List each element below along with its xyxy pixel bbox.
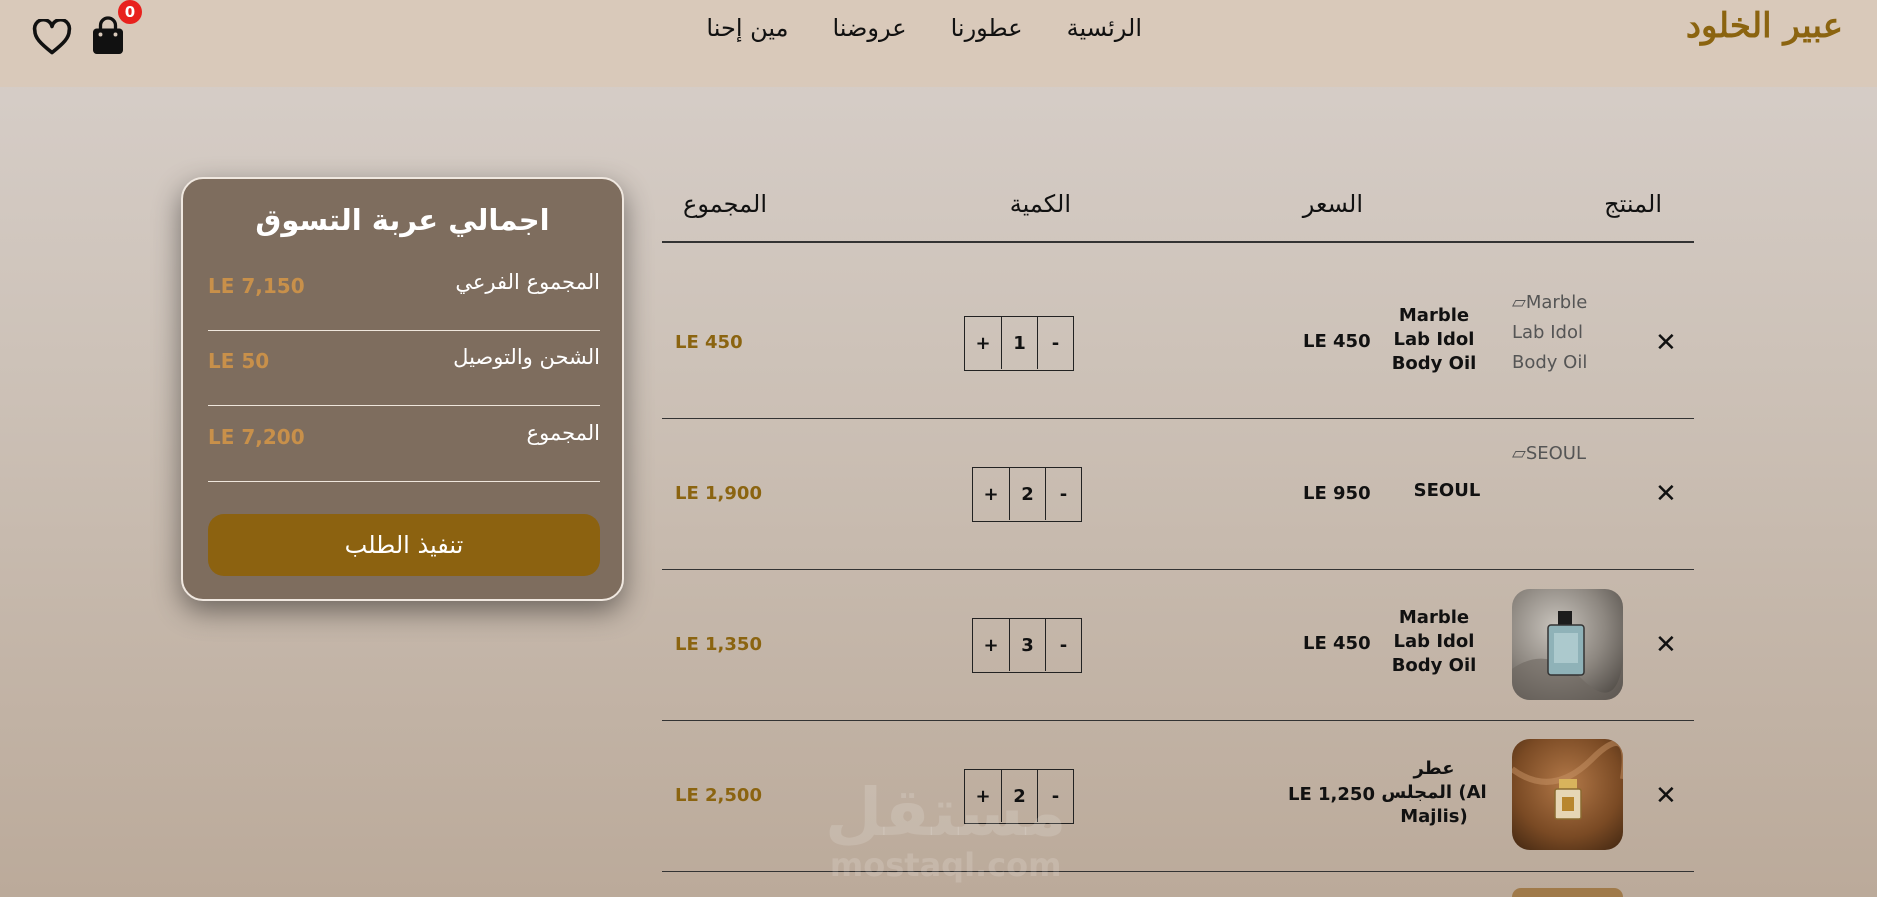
table-row: ✕ ▱SEOUL SEOUL LE 950 + 2 - LE 1,900	[662, 419, 1694, 570]
grand-total-value: LE 7,200	[208, 425, 305, 449]
image-alt-text: SEOUL	[1525, 443, 1587, 464]
qty-value[interactable]: 1	[1001, 317, 1037, 369]
product-image-broken: ▱Marble Lab Idol Body Oil	[1512, 288, 1602, 378]
product-image[interactable]	[1512, 589, 1623, 700]
broken-image-icon: ▱	[1512, 443, 1526, 464]
broken-image-icon: ▱	[1512, 292, 1526, 313]
product-name: Marble Lab Idol Body Oil	[1391, 305, 1477, 374]
header-total: المجموع	[683, 190, 767, 218]
product-image-broken: ▱SEOUL	[1512, 439, 1622, 469]
table-row: ✕ Marble Lab Idol Body Oil LE 450 + 3 - …	[662, 570, 1694, 721]
nav-perfumes[interactable]: عطورنا	[951, 14, 1023, 42]
row-total: LE 2,500	[675, 785, 762, 806]
header-product: المنتج	[1604, 190, 1662, 218]
qty-value[interactable]: 2	[1009, 468, 1045, 520]
site-header: عبير الخلود الرئسية عطورنا عروضنا مين إح…	[0, 0, 1877, 87]
quantity-stepper: + 2 -	[972, 467, 1082, 522]
remove-item-button[interactable]: ✕	[1655, 330, 1677, 356]
perfume-bottle-photo	[1512, 739, 1623, 850]
product-name: Marble Lab Idol Body Oil	[1391, 607, 1477, 676]
grand-total-label: المجموع	[526, 421, 600, 445]
product-price: LE 450	[1303, 331, 1371, 352]
watermark-url: mostaql.com	[829, 846, 1062, 884]
qty-increase-button[interactable]: +	[965, 317, 1001, 369]
product-image[interactable]	[1512, 739, 1623, 850]
qty-value[interactable]: 3	[1009, 619, 1045, 671]
product-price: LE 1,250	[1288, 784, 1375, 805]
qty-decrease-button[interactable]: -	[1045, 468, 1081, 520]
qty-increase-button[interactable]: +	[973, 619, 1009, 671]
brand-logo[interactable]: عبير الخلود	[1686, 6, 1843, 46]
cart-summary-card: اجمالي عربة التسوق المجموع الفرعي LE 7,1…	[181, 177, 624, 601]
row-total: LE 1,900	[675, 483, 762, 504]
product-price: LE 950	[1303, 483, 1371, 504]
row-total: LE 450	[675, 332, 743, 353]
subtotal-label: المجموع الفرعي	[455, 270, 600, 294]
shopping-bag-icon[interactable]	[90, 16, 126, 56]
nav-offers[interactable]: عروضنا	[832, 14, 906, 42]
qty-increase-button[interactable]: +	[973, 468, 1009, 520]
watermark-arabic: مستقل	[825, 774, 1067, 851]
table-header-divider	[662, 241, 1694, 243]
cart-count-badge: 0	[118, 0, 142, 24]
remove-item-button[interactable]: ✕	[1655, 783, 1677, 809]
heart-icon[interactable]	[32, 19, 72, 55]
product-name: SEOUL	[1413, 480, 1481, 501]
quantity-stepper: + 1 -	[964, 316, 1074, 371]
remove-item-button[interactable]: ✕	[1655, 632, 1677, 658]
table-row: ✕ ▱Marble Lab Idol Body Oil Marble Lab I…	[662, 268, 1694, 419]
perfume-bottle-photo	[1512, 589, 1623, 700]
header-quantity: الكمية	[1009, 190, 1071, 218]
summary-title: اجمالي عربة التسوق	[255, 203, 550, 237]
remove-item-button[interactable]: ✕	[1655, 481, 1677, 507]
shipping-row: الشحن والتوصيل LE 50	[208, 331, 600, 406]
nav-about[interactable]: مين إحنا	[706, 14, 788, 42]
main-nav: الرئسية عطورنا عروضنا مين إحنا	[706, 14, 1142, 42]
grand-total-row: المجموع LE 7,200	[208, 407, 600, 482]
table-row: ✕ عطر المجلس (Al Majlis) LE 1,250 + 2 - …	[662, 721, 1694, 872]
quantity-stepper: + 3 -	[972, 618, 1082, 673]
checkout-button[interactable]: تنفيذ الطلب	[208, 514, 600, 576]
next-product-image-edge	[1512, 888, 1623, 897]
product-name: عطر المجلس (Al Majlis)	[1381, 758, 1487, 827]
product-price: LE 450	[1303, 633, 1371, 654]
shipping-value: LE 50	[208, 349, 270, 373]
watermark: مستقل mostaql.com	[825, 774, 1067, 884]
qty-decrease-button[interactable]: -	[1045, 619, 1081, 671]
row-total: LE 1,350	[675, 634, 762, 655]
subtotal-value: LE 7,150	[208, 274, 305, 298]
shipping-label: الشحن والتوصيل	[453, 345, 600, 369]
qty-decrease-button[interactable]: -	[1037, 317, 1073, 369]
nav-home[interactable]: الرئسية	[1067, 14, 1142, 42]
header-price: السعر	[1302, 190, 1363, 218]
subtotal-row: المجموع الفرعي LE 7,150	[208, 256, 600, 331]
